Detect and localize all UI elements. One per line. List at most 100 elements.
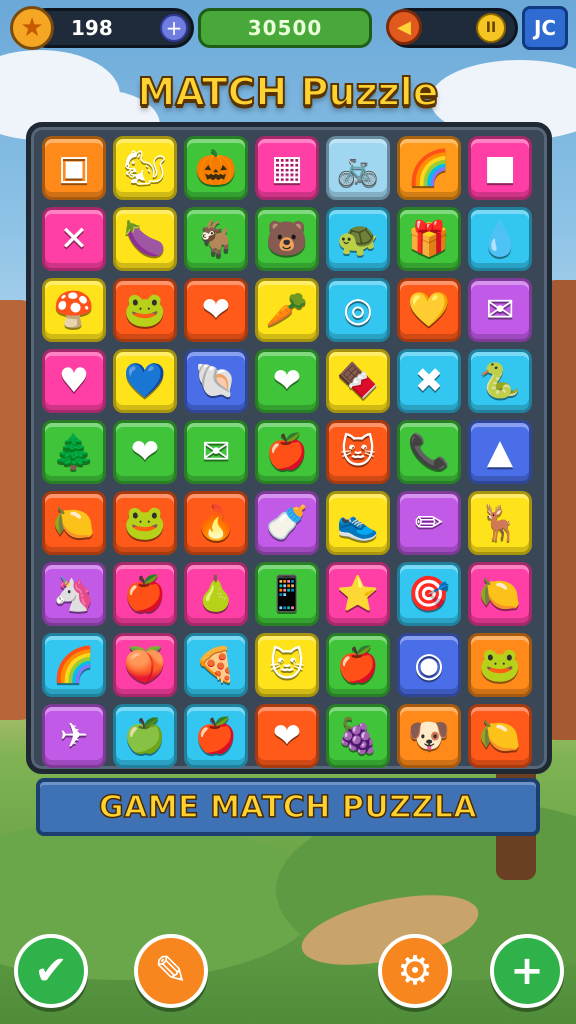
banner-text: GAME MATCH PUZZLA: [98, 789, 478, 826]
tile-icon: ❤: [272, 716, 302, 756]
game-tile[interactable]: ◎: [326, 278, 390, 342]
game-tile[interactable]: 🍎: [113, 562, 177, 626]
hint-button[interactable]: ✎: [134, 934, 208, 1008]
game-tile[interactable]: 🎯: [397, 562, 461, 626]
game-tile[interactable]: 📞: [397, 420, 461, 484]
game-tile[interactable]: ▲: [468, 420, 532, 484]
game-tile[interactable]: 🌈: [397, 136, 461, 200]
pause-icon[interactable]: II: [476, 13, 506, 43]
game-tile[interactable]: 🍑: [113, 633, 177, 697]
game-tile[interactable]: 🌈: [42, 633, 106, 697]
tile-icon: 🐱: [269, 645, 305, 685]
game-tile[interactable]: 🍏: [113, 704, 177, 768]
game-tile[interactable]: 🚲: [326, 136, 390, 200]
game-tile[interactable]: ✖: [397, 349, 461, 413]
game-tile[interactable]: 🐶: [397, 704, 461, 768]
game-tile[interactable]: 🐸: [113, 278, 177, 342]
game-tile[interactable]: 🍐: [184, 562, 248, 626]
game-tile[interactable]: ❤: [255, 349, 319, 413]
game-tile[interactable]: ❤: [184, 278, 248, 342]
game-tile[interactable]: 🎁: [397, 207, 461, 271]
game-tile[interactable]: 👟: [326, 491, 390, 555]
coins-value: 198: [71, 16, 113, 40]
tile-icon: ⭐: [336, 574, 380, 614]
game-tile[interactable]: ■: [468, 136, 532, 200]
game-tile[interactable]: ▦: [255, 136, 319, 200]
game-tile[interactable]: 🥕: [255, 278, 319, 342]
game-tile[interactable]: 🍕: [184, 633, 248, 697]
game-tile[interactable]: 💛: [397, 278, 461, 342]
tile-icon: ■: [483, 148, 517, 188]
tile-icon: 🍇: [336, 716, 380, 756]
tile-icon: 💙: [123, 361, 167, 401]
add-coins-button[interactable]: +: [160, 14, 188, 42]
gear-icon: ⚙: [397, 948, 433, 994]
tile-icon: 🚲: [336, 148, 380, 188]
confirm-button[interactable]: ✔: [14, 934, 88, 1008]
settings-button[interactable]: ⚙: [378, 934, 452, 1008]
game-tile[interactable]: ✈: [42, 704, 106, 768]
game-tile[interactable]: 🐚: [184, 349, 248, 413]
tile-icon: 🦌: [478, 503, 522, 543]
tile-icon: 🍎: [194, 716, 238, 756]
game-tile[interactable]: ❤: [113, 420, 177, 484]
game-tile[interactable]: 💧: [468, 207, 532, 271]
game-tile[interactable]: 🍎: [255, 420, 319, 484]
tile-icon: 🐸: [123, 290, 167, 330]
tile-icon: ◎: [343, 290, 373, 330]
game-tile[interactable]: 🍇: [326, 704, 390, 768]
add-button[interactable]: +: [490, 934, 564, 1008]
tile-icon: 🐢: [336, 219, 380, 259]
game-tile[interactable]: 🐻: [255, 207, 319, 271]
game-tile[interactable]: 🌲: [42, 420, 106, 484]
game-tile[interactable]: 🐢: [326, 207, 390, 271]
game-tile[interactable]: ▣: [42, 136, 106, 200]
check-icon: ✔: [34, 948, 68, 994]
tile-icon: ✕: [59, 219, 89, 259]
game-tile[interactable]: 🍋: [468, 562, 532, 626]
game-tile[interactable]: 🍆: [113, 207, 177, 271]
game-tile[interactable]: 🐍: [468, 349, 532, 413]
tile-icon: 🌈: [407, 148, 451, 188]
game-tile[interactable]: 🦌: [468, 491, 532, 555]
tile-icon: 🎁: [407, 219, 451, 259]
game-tile[interactable]: 🍎: [326, 633, 390, 697]
game-tile[interactable]: ✕: [42, 207, 106, 271]
profile-button[interactable]: JC: [522, 6, 568, 50]
back-arrow-icon[interactable]: ◀: [386, 9, 422, 45]
tile-icon: 🍕: [194, 645, 238, 685]
game-tile[interactable]: 🐿: [113, 136, 177, 200]
game-tile[interactable]: 🍋: [468, 704, 532, 768]
game-tile[interactable]: ⭐: [326, 562, 390, 626]
tile-icon: 📱: [265, 574, 309, 614]
plus-icon: +: [510, 948, 544, 994]
game-tile[interactable]: 🔥: [184, 491, 248, 555]
game-tile[interactable]: 💙: [113, 349, 177, 413]
game-tile[interactable]: 🎃: [184, 136, 248, 200]
game-tile[interactable]: 🐱: [255, 633, 319, 697]
game-tile[interactable]: 🍄: [42, 278, 106, 342]
tile-icon: 🍏: [123, 716, 167, 756]
tile-icon: 🎃: [194, 148, 238, 188]
game-tile[interactable]: 🐐: [184, 207, 248, 271]
game-tile[interactable]: ✏: [397, 491, 461, 555]
game-tile[interactable]: ❤: [255, 704, 319, 768]
game-tile[interactable]: ♥: [42, 349, 106, 413]
game-tile[interactable]: 🍎: [184, 704, 248, 768]
game-tile[interactable]: 🐸: [113, 491, 177, 555]
game-tile[interactable]: ✉: [468, 278, 532, 342]
tile-icon: 🐸: [478, 645, 522, 685]
game-tile[interactable]: 🐱: [326, 420, 390, 484]
game-tile[interactable]: 🐸: [468, 633, 532, 697]
game-tile[interactable]: ✉: [184, 420, 248, 484]
game-tile[interactable]: ◉: [397, 633, 461, 697]
game-tile[interactable]: 🍼: [255, 491, 319, 555]
tile-icon: 🎯: [407, 574, 451, 614]
game-tile[interactable]: 🍋: [42, 491, 106, 555]
star-coin-icon: ★: [10, 6, 54, 50]
game-tile[interactable]: 🍫: [326, 349, 390, 413]
game-tile[interactable]: 🦄: [42, 562, 106, 626]
tile-icon: ✈: [59, 716, 89, 756]
game-banner: GAME MATCH PUZZLA: [36, 778, 540, 836]
game-tile[interactable]: 📱: [255, 562, 319, 626]
